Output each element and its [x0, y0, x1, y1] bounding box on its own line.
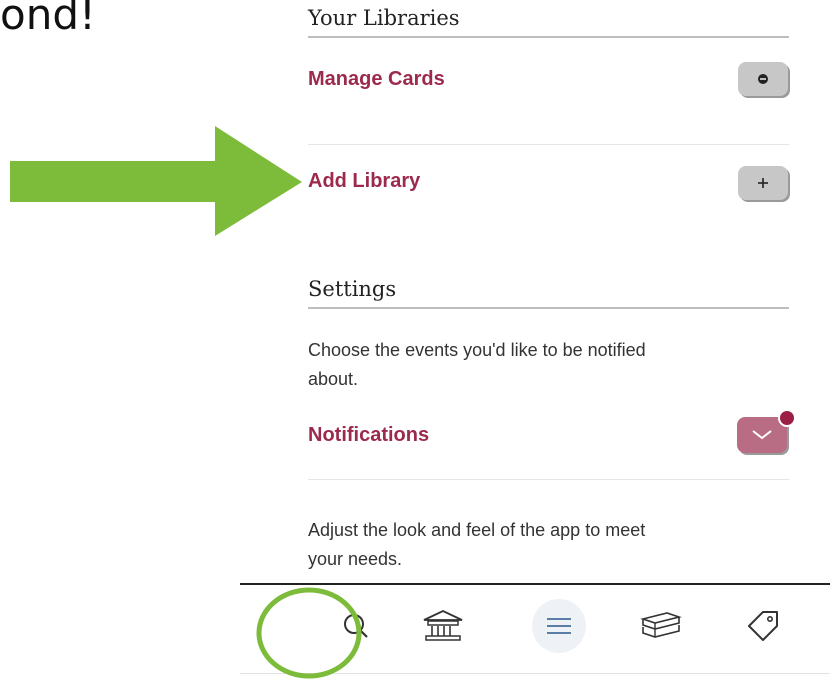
minus-circle-icon [758, 74, 768, 84]
menu-icon [547, 618, 571, 634]
appearance-description: Adjust the look and feel of the app to m… [308, 520, 646, 569]
your-libraries-heading: Your Libraries [308, 6, 789, 38]
notifications-description: Choose the events you'd like to be notif… [308, 340, 646, 389]
add-library-button[interactable] [738, 166, 788, 200]
divider [308, 144, 789, 145]
add-library-link[interactable]: Add Library [308, 170, 420, 193]
nav-menu[interactable] [536, 603, 582, 649]
tag-icon [748, 611, 778, 641]
divider [308, 479, 789, 480]
notification-badge [778, 409, 796, 427]
nav-shelf[interactable] [637, 603, 683, 649]
manage-cards-link[interactable]: Manage Cards [308, 68, 445, 91]
plus-icon [758, 178, 768, 188]
menu-panel: Your Libraries Manage Cards Add Library … [240, 0, 830, 682]
chevron-down-icon [752, 430, 772, 440]
nav-libraries[interactable] [420, 603, 466, 649]
books-stack-icon [640, 612, 682, 638]
manage-cards-button[interactable] [738, 62, 788, 96]
partial-caption-text: ond! [0, 0, 96, 39]
library-building-icon [423, 610, 463, 641]
notifications-link[interactable]: Notifications [308, 424, 429, 447]
settings-heading: Settings [308, 277, 789, 309]
nav-tags[interactable] [740, 603, 786, 649]
green-circle-annotation [256, 587, 362, 679]
